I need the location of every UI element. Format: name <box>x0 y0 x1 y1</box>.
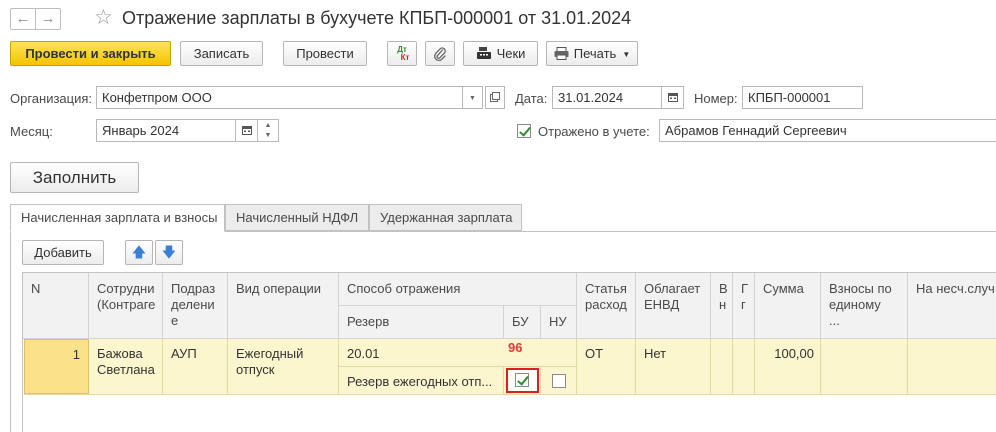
organization-open-button[interactable] <box>485 86 505 109</box>
responsible-field[interactable]: Абрамов Геннадий Сергеевич <box>659 119 996 142</box>
column-header-g[interactable]: Г г <box>733 273 755 339</box>
date-field[interactable]: 31.01.2024 <box>552 86 662 109</box>
tab-accrued-ndfl[interactable]: Начисленный НДФЛ <box>225 204 369 231</box>
chevron-down-icon: ▼ <box>622 50 631 59</box>
bu-checkbox[interactable] <box>515 373 529 387</box>
column-header-method[interactable]: Способ отражения <box>339 273 577 306</box>
column-header-envd[interactable]: Облагает ЕНВД <box>636 273 711 339</box>
receipts-button[interactable]: Чеки <box>463 41 538 66</box>
tab-withheld-salary[interactable]: Удержанная зарплата <box>369 204 522 231</box>
column-header-accident[interactable]: На несч.случ <box>908 273 996 339</box>
cell-department[interactable]: АУП <box>163 339 228 394</box>
receipts-label: Чеки <box>496 46 526 61</box>
calendar-icon <box>241 126 252 135</box>
month-label: Месяц: <box>10 124 53 139</box>
reflected-label: Отражено в учете: <box>538 124 650 139</box>
chevron-down-icon[interactable]: ▼ <box>258 131 278 141</box>
print-button[interactable]: Печать ▼ <box>546 41 638 66</box>
add-button[interactable]: Добавить <box>22 240 104 265</box>
date-label: Дата: <box>515 91 548 106</box>
dt-kt-button[interactable]: Дт Кт <box>387 41 417 66</box>
cell-operation[interactable]: Ежегодный отпуск <box>228 339 339 394</box>
column-header-nu[interactable]: НУ <box>541 306 577 339</box>
column-header-operation[interactable]: Вид операции <box>228 273 339 339</box>
cell-envd[interactable]: Нет <box>636 339 711 394</box>
date-calendar-button[interactable] <box>662 86 684 109</box>
fill-button[interactable]: Заполнить <box>10 162 139 193</box>
print-label: Печать <box>573 46 617 61</box>
post-button[interactable]: Провести <box>283 41 367 66</box>
calendar-icon <box>667 93 678 102</box>
cell-v[interactable] <box>711 339 733 394</box>
back-button[interactable]: ← <box>10 8 36 30</box>
column-header-v[interactable]: В н <box>711 273 733 339</box>
cell-method[interactable]: 20.01 <box>339 339 577 366</box>
write-button[interactable]: Записать <box>180 41 263 66</box>
printer-icon <box>554 47 569 60</box>
month-stepper[interactable]: ▲ ▼ <box>258 119 279 142</box>
cell-bu[interactable] <box>504 366 541 394</box>
cell-n[interactable]: 1 <box>24 339 89 394</box>
month-field[interactable]: Январь 2024 <box>96 119 236 142</box>
month-calendar-button[interactable] <box>236 119 258 142</box>
column-header-reserve[interactable]: Резерв <box>339 306 504 339</box>
attachments-button[interactable] <box>425 41 455 66</box>
arrow-up-icon: 🡅 <box>131 244 147 260</box>
column-header-employee[interactable]: Сотрудни (Контраге <box>89 273 163 339</box>
tab-accrued-salary[interactable]: Начисленная зарплата и взносы <box>10 204 225 232</box>
cell-g[interactable] <box>733 339 755 394</box>
forward-button[interactable]: → <box>35 8 61 30</box>
cell-reserve[interactable]: Резерв ежегодных отп... <box>339 366 504 394</box>
reflected-checkbox[interactable] <box>517 124 531 138</box>
cell-nu[interactable] <box>541 366 577 394</box>
organization-dropdown-button[interactable]: ▼ <box>463 86 483 109</box>
move-up-button[interactable]: 🡅 <box>125 240 153 265</box>
column-header-bu[interactable]: БУ <box>504 306 541 339</box>
column-header-n[interactable]: N <box>23 273 89 339</box>
nu-checkbox[interactable] <box>552 374 566 388</box>
cell-expense[interactable]: ОТ <box>577 339 636 394</box>
cell-contributions[interactable] <box>821 339 908 394</box>
annotation-marker: 96 <box>508 340 523 355</box>
organization-field[interactable]: Конфетпром ООО <box>96 86 463 109</box>
paperclip-icon <box>434 47 446 62</box>
cash-register-icon <box>476 47 491 59</box>
number-field[interactable]: КПБП-000001 <box>742 86 863 109</box>
cell-employee[interactable]: Бажова Светлана <box>89 339 163 394</box>
arrow-down-icon: 🡇 <box>161 244 177 260</box>
organization-label: Организация: <box>10 91 93 106</box>
column-header-expense[interactable]: Статья расход <box>577 273 636 339</box>
dt-kt-icon: Дт Кт <box>397 45 410 62</box>
column-header-department[interactable]: Подраз делени е <box>163 273 228 339</box>
window-title: Отражение зарплаты в бухучете КПБП-00000… <box>122 8 632 28</box>
chevron-down-icon: ▼ <box>469 95 476 102</box>
post-and-close-button[interactable]: Провести и закрыть <box>10 41 171 66</box>
favorite-star-icon[interactable]: ☆ <box>94 5 113 31</box>
cell-accident[interactable] <box>908 339 996 394</box>
column-header-contributions[interactable]: Взносы по единому ... <box>821 273 908 339</box>
arrow-left-icon: ← <box>15 10 31 27</box>
column-header-sum[interactable]: Сумма <box>755 273 821 339</box>
open-window-icon <box>490 92 500 102</box>
cell-sum[interactable]: 100,00 <box>755 339 821 394</box>
arrow-right-icon: → <box>40 10 56 27</box>
number-label: Номер: <box>694 91 738 106</box>
move-down-button[interactable]: 🡇 <box>155 240 183 265</box>
chevron-up-icon[interactable]: ▲ <box>258 121 278 131</box>
